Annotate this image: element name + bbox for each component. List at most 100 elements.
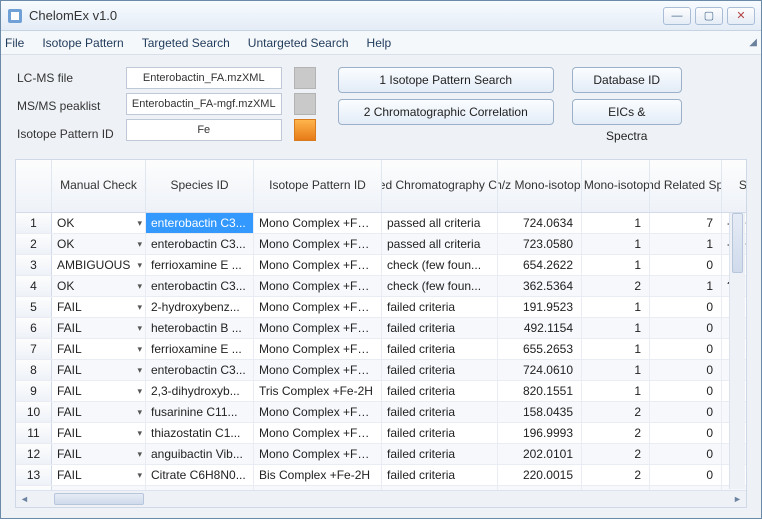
species-cell[interactable]: ferrioxamine E ... (146, 339, 254, 359)
chevron-down-icon[interactable]: ▾ (137, 381, 142, 401)
file-inputs: Enterobactin_FA.mzXML Enterobactin_FA-mg… (126, 67, 282, 141)
menubar: File Isotope Pattern Targeted Search Unt… (1, 31, 761, 55)
manual-check-cell[interactable]: FAIL▾ (52, 465, 146, 485)
manual-check-cell[interactable]: FAIL▾ (52, 360, 146, 380)
maximize-button[interactable]: ▢ (695, 7, 723, 25)
msms-file-field[interactable]: Enterobactin_FA-mgf.mzXML (126, 93, 282, 115)
menu-file[interactable]: File (5, 36, 24, 50)
manual-check-cell[interactable]: FAIL▾ (52, 423, 146, 443)
menu-untargeted-search[interactable]: Untargeted Search (248, 36, 349, 50)
chevron-down-icon[interactable]: ▾ (137, 234, 142, 254)
col-iso[interactable]: Isotope Pattern ID (254, 160, 382, 212)
species-cell[interactable]: Citrate C6H8N0... (146, 465, 254, 485)
msms-browse-button[interactable] (294, 93, 316, 115)
species-cell[interactable]: thiazostatin C1... (146, 423, 254, 443)
horizontal-scrollbar[interactable]: ◄ ► (16, 490, 746, 507)
col-mz[interactable]: m/z Mono-isotope (498, 160, 582, 212)
table-row[interactable]: 9FAIL▾2,3-dihydroxyb...Tris Complex +Fe-… (16, 381, 746, 402)
table-row[interactable]: 2OK▾enterobactin C3...Mono Complex +Fe-3… (16, 234, 746, 255)
eics-spectra-button[interactable]: EICs & Spectra (572, 99, 682, 125)
species-cell[interactable]: fusarinine C11... (146, 402, 254, 422)
chevron-down-icon[interactable]: ▾ (137, 255, 142, 275)
species-cell[interactable]: enterobactin C3... (146, 276, 254, 296)
species-cell[interactable]: enterobactin C3... (146, 234, 254, 254)
manual-check-cell[interactable]: OK▾ (52, 213, 146, 233)
passed-cell: failed criteria (382, 381, 498, 401)
table-row[interactable]: 6FAIL▾heterobactin B ...Mono Complex +Fe… (16, 318, 746, 339)
manual-check-cell[interactable]: FAIL▾ (52, 339, 146, 359)
col-manual[interactable]: Manual Check (52, 160, 146, 212)
iso-browse-button[interactable] (294, 119, 316, 141)
col-species[interactable]: Species ID (146, 160, 254, 212)
chevron-down-icon[interactable]: ▾ (137, 297, 142, 317)
manual-check-cell[interactable]: FAIL▾ (52, 402, 146, 422)
vscroll-thumb[interactable] (732, 213, 743, 273)
table-row[interactable]: 3AMBIGUOUS▾ferrioxamine E ...Mono Comple… (16, 255, 746, 276)
species-cell[interactable]: ferrioxamine E ... (146, 255, 254, 275)
manual-check-cell[interactable]: FAIL▾ (52, 381, 146, 401)
species-cell[interactable]: enterobactin C3... (146, 213, 254, 233)
close-button[interactable]: ✕ (727, 7, 755, 25)
hscroll-thumb[interactable] (54, 493, 144, 505)
species-cell[interactable]: enterobactin C3... (146, 360, 254, 380)
col-found[interactable]: #Found Related Species (650, 160, 722, 212)
species-cell[interactable]: 2-hydroxybenz... (146, 297, 254, 317)
species-cell[interactable]: 2,3-dihydroxyb... (146, 381, 254, 401)
table-row[interactable]: 8FAIL▾enterobactin C3...Mono Complex +Fe… (16, 360, 746, 381)
chevron-down-icon[interactable]: ▾ (137, 318, 142, 338)
table-row[interactable]: 11FAIL▾thiazostatin C1...Mono Complex +F… (16, 423, 746, 444)
lcms-file-field[interactable]: Enterobactin_FA.mzXML (126, 67, 282, 89)
isotope-search-button[interactable]: 1 Isotope Pattern Search (338, 67, 554, 93)
found-cell: 0 (650, 465, 722, 485)
manual-check-cell[interactable]: FAIL▾ (52, 318, 146, 338)
table-row[interactable]: 4OK▾enterobactin C3...Mono Complex +Fe-3… (16, 276, 746, 297)
iso-cell: Mono Complex +Fe-2H (254, 213, 382, 233)
passed-cell: passed all criteria (382, 213, 498, 233)
manual-check-cell[interactable]: FAIL▾ (52, 297, 146, 317)
chevron-down-icon[interactable]: ▾ (137, 213, 142, 233)
rownum-cell: 4 (16, 276, 52, 296)
manual-check-cell[interactable]: OK▾ (52, 276, 146, 296)
mz-cell: 191.9523 (498, 297, 582, 317)
iso-cell: Tris Complex +Fe-2H (254, 381, 382, 401)
col-passed[interactable]: Passed Chromatography Criteria (382, 160, 498, 212)
iso-cell: Mono Complex +Fe-2H (254, 339, 382, 359)
col-z[interactable]: z Mono-isotope (582, 160, 650, 212)
table-row[interactable]: 5FAIL▾2-hydroxybenz...Mono Complex +Fe-3… (16, 297, 746, 318)
chevron-down-icon[interactable]: ▾ (137, 423, 142, 443)
table-row[interactable]: 12FAIL▾anguibactin Vib...Mono Complex +F… (16, 444, 746, 465)
mz-cell: 196.9993 (498, 423, 582, 443)
chevron-down-icon[interactable]: ▾ (137, 276, 142, 296)
vertical-scrollbar[interactable] (729, 213, 745, 489)
database-id-button[interactable]: Database ID (572, 67, 682, 93)
species-cell[interactable]: anguibactin Vib... (146, 444, 254, 464)
minimize-button[interactable]: — (663, 7, 691, 25)
hscroll-left-icon[interactable]: ◄ (16, 491, 33, 507)
menu-isotope-pattern[interactable]: Isotope Pattern (42, 36, 123, 50)
chevron-down-icon[interactable]: ▾ (137, 402, 142, 422)
species-cell[interactable]: heterobactin B ... (146, 318, 254, 338)
lcms-browse-button[interactable] (294, 67, 316, 89)
chevron-down-icon[interactable]: ▾ (137, 465, 142, 485)
manual-check-cell[interactable]: FAIL▾ (52, 444, 146, 464)
rownum-cell: 10 (16, 402, 52, 422)
chevron-down-icon[interactable]: ▾ (137, 444, 142, 464)
manual-check-cell[interactable]: AMBIGUOUS▾ (52, 255, 146, 275)
col-spe[interactable]: Spe (722, 160, 747, 212)
menu-help[interactable]: Help (367, 36, 392, 50)
manual-check-cell[interactable]: OK▾ (52, 234, 146, 254)
table-row[interactable]: 13FAIL▾Citrate C6H8N0...Bis Complex +Fe-… (16, 465, 746, 486)
menu-targeted-search[interactable]: Targeted Search (142, 36, 230, 50)
menu-overflow-icon[interactable]: ◢ (749, 37, 757, 48)
results-table: Manual Check Species ID Isotope Pattern … (15, 159, 747, 508)
chevron-down-icon[interactable]: ▾ (137, 339, 142, 359)
mz-cell: 724.0610 (498, 360, 582, 380)
hscroll-right-icon[interactable]: ► (729, 491, 746, 507)
table-row[interactable]: 10FAIL▾fusarinine C11...Mono Complex +Fe… (16, 402, 746, 423)
table-row[interactable]: 1OK▾enterobactin C3...Mono Complex +Fe-2… (16, 213, 746, 234)
passed-cell: failed criteria (382, 465, 498, 485)
iso-field[interactable]: Fe (126, 119, 282, 141)
chrom-correlation-button[interactable]: 2 Chromatographic Correlation (338, 99, 554, 125)
table-row[interactable]: 7FAIL▾ferrioxamine E ...Mono Complex +Fe… (16, 339, 746, 360)
chevron-down-icon[interactable]: ▾ (137, 360, 142, 380)
